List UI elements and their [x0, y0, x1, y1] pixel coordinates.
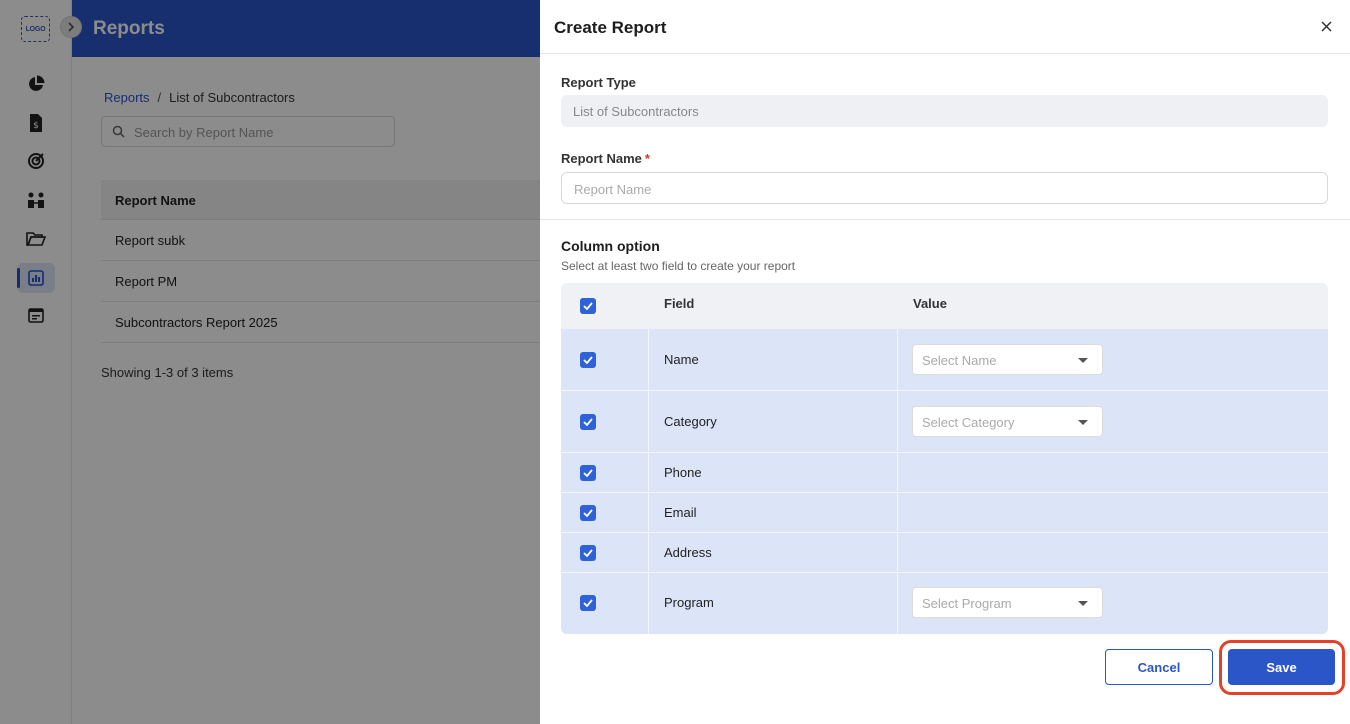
- check-icon: [583, 356, 593, 364]
- column-checkbox-name[interactable]: [580, 352, 596, 368]
- field-label-category: Category: [664, 414, 717, 429]
- field-label-phone: Phone: [664, 465, 702, 480]
- report-type-label: Report Type: [561, 75, 636, 90]
- caret-down-icon: [1078, 601, 1088, 606]
- field-label-email: Email: [664, 505, 697, 520]
- field-column-header: Field: [664, 296, 695, 311]
- select-program-placeholder: Select Program: [922, 596, 1012, 611]
- column-option-title: Column option: [561, 238, 660, 254]
- check-icon: [583, 599, 593, 607]
- check-icon: [583, 549, 593, 557]
- column-options-table: Field Value Name Select Name Category Se…: [561, 283, 1328, 634]
- check-icon: [583, 509, 593, 517]
- cancel-button[interactable]: Cancel: [1105, 649, 1213, 685]
- caret-down-icon: [1078, 358, 1088, 363]
- check-icon: [583, 418, 593, 426]
- create-report-drawer: Create Report Report Type List of Subcon…: [540, 0, 1350, 724]
- drawer-header: Create Report: [540, 0, 1350, 54]
- field-label-address: Address: [664, 545, 712, 560]
- select-name-placeholder: Select Name: [922, 353, 997, 368]
- select-all-checkbox[interactable]: [580, 298, 596, 314]
- column-option-subtitle: Select at least two field to create your…: [561, 259, 796, 273]
- column-row-address: Address: [561, 533, 1328, 573]
- column-checkbox-address[interactable]: [580, 545, 596, 561]
- save-button[interactable]: Save: [1228, 649, 1335, 685]
- check-icon: [583, 469, 593, 477]
- column-row-email: Email: [561, 493, 1328, 533]
- check-icon: [583, 302, 593, 310]
- column-checkbox-phone[interactable]: [580, 465, 596, 481]
- field-label-program: Program: [664, 595, 714, 610]
- close-icon: [1320, 20, 1332, 32]
- required-asterisk: *: [644, 151, 650, 166]
- section-divider: [540, 219, 1350, 220]
- column-options-header-row: Field Value: [561, 283, 1328, 329]
- report-name-label-text: Report Name: [561, 151, 642, 166]
- column-row-category: Category Select Category: [561, 391, 1328, 453]
- select-name-dropdown[interactable]: Select Name: [912, 344, 1103, 375]
- column-checkbox-program[interactable]: [580, 595, 596, 611]
- drawer-title: Create Report: [554, 18, 667, 37]
- caret-down-icon: [1078, 420, 1088, 425]
- select-program-dropdown[interactable]: Select Program: [912, 587, 1103, 618]
- column-row-program: Program Select Program: [561, 573, 1328, 634]
- value-column-header: Value: [913, 296, 947, 311]
- field-label-name: Name: [664, 352, 699, 367]
- report-name-input[interactable]: Report Name: [561, 172, 1328, 204]
- column-checkbox-email[interactable]: [580, 505, 596, 521]
- column-row-phone: Phone: [561, 453, 1328, 493]
- report-type-field: List of Subcontractors: [561, 95, 1328, 127]
- report-name-label: Report Name *: [561, 151, 650, 166]
- select-category-dropdown[interactable]: Select Category: [912, 406, 1103, 437]
- select-category-placeholder: Select Category: [922, 415, 1015, 430]
- column-checkbox-category[interactable]: [580, 414, 596, 430]
- close-button[interactable]: [1316, 16, 1336, 36]
- column-row-name: Name Select Name: [561, 329, 1328, 391]
